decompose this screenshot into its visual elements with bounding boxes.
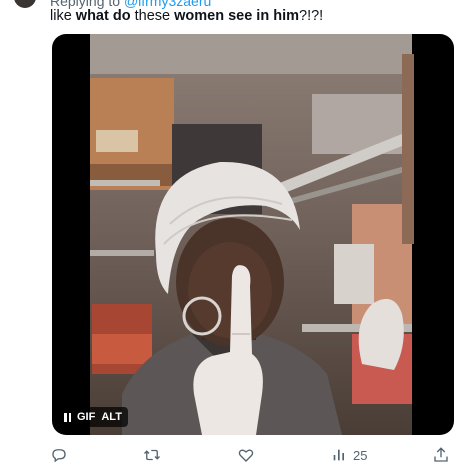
like-button[interactable] [237,446,255,464]
views-button[interactable]: 25 [331,446,367,464]
views-icon [333,449,344,461]
gif-media[interactable]: GIF ALT [52,34,454,435]
tweet-text: like what do these women see in him?!?! [50,8,323,24]
tweet-text-part: like [50,8,76,24]
tweet-text-bold: what do [75,8,131,24]
tweet-text-bold: women see in him [174,8,300,24]
share-icon [434,447,448,462]
pause-icon[interactable] [64,412,71,422]
gif-label: GIF [77,411,96,423]
action-bar: 25 [0,440,474,470]
alt-label[interactable]: ALT [101,411,122,423]
share-button[interactable] [432,446,450,464]
tweet-text-part: these [130,8,175,24]
like-icon [238,449,254,462]
views-count: 25 [353,447,368,463]
tweet-text-part: ?!?! [299,8,324,24]
retweet-button[interactable] [143,446,161,464]
avatar[interactable] [14,0,36,8]
reply-button[interactable] [50,446,68,464]
retweet-icon [144,449,160,461]
gif-badge[interactable]: GIF ALT [58,407,128,427]
reply-icon [52,449,66,463]
gif-frame [90,34,414,435]
